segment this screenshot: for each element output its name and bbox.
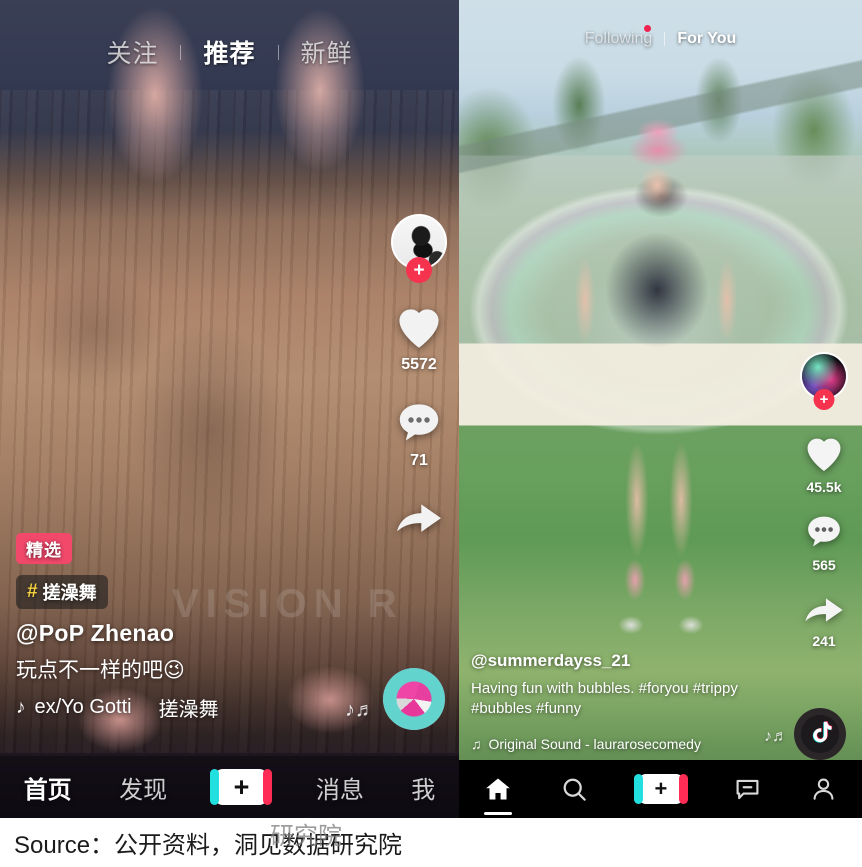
share-arrow-icon bbox=[805, 598, 843, 622]
like-button[interactable]: 45.5k bbox=[803, 434, 845, 495]
avatar-with-follow[interactable]: + bbox=[800, 352, 848, 410]
search-icon bbox=[563, 778, 587, 801]
nav-create-button[interactable]: + bbox=[210, 769, 273, 805]
tab-following[interactable]: Following bbox=[573, 30, 665, 48]
tiktok-action-rail: + 45.5k 565 241 bbox=[800, 352, 848, 667]
hashtag-label: 搓澡舞 bbox=[42, 583, 97, 603]
like-button[interactable]: 5572 bbox=[394, 304, 444, 374]
share-count: 241 bbox=[812, 633, 836, 649]
music-note-icon: ♪ bbox=[16, 696, 26, 718]
source-footer: Source：公开资料，洞见数据研究院 bbox=[0, 818, 862, 867]
hash-icon: # bbox=[27, 581, 38, 602]
comment-count: 565 bbox=[812, 557, 836, 573]
share-button[interactable]: 241 bbox=[803, 591, 845, 649]
tab-for-you[interactable]: For You bbox=[665, 30, 748, 48]
featured-badge: 精选 bbox=[16, 533, 72, 564]
nav-search[interactable] bbox=[561, 776, 588, 803]
nav-messages[interactable]: 消息 bbox=[316, 770, 364, 805]
video-description: Having fun with bubbles. #foryou #trippy… bbox=[471, 679, 738, 717]
nav-inbox[interactable] bbox=[734, 777, 761, 802]
music-row[interactable]: ♫ Original Sound - laurarosecomedy bbox=[471, 736, 771, 752]
music-title: Original Sound - laurarosecomedy bbox=[488, 736, 701, 752]
douyin-bottom-nav: 首页 发现 + 消息 我 bbox=[0, 756, 459, 818]
music-disc[interactable] bbox=[383, 668, 445, 730]
tiktok-bottom-nav: + bbox=[459, 760, 862, 818]
heart-icon bbox=[399, 309, 439, 348]
comment-icon bbox=[399, 404, 439, 441]
floating-music-notes-icon: ♪♬ bbox=[764, 728, 788, 745]
tiktok-app-panel: Following For You + 45.5k 565 241 @summe… bbox=[459, 0, 862, 818]
tab-fresh[interactable]: 新鲜 bbox=[279, 34, 375, 70]
douyin-top-tabs: 关注 推荐 新鲜 bbox=[0, 34, 459, 70]
inbox-icon bbox=[736, 779, 759, 799]
heart-icon bbox=[807, 438, 841, 471]
douyin-app-panel: VISION R 关注 推荐 新鲜 + 5572 bbox=[0, 0, 459, 818]
tab-follow[interactable]: 关注 bbox=[84, 34, 180, 70]
nav-discover[interactable]: 发现 bbox=[119, 770, 167, 805]
source-label: Source：公开资料，洞见数据研究院 bbox=[14, 832, 403, 859]
nav-home[interactable] bbox=[484, 776, 512, 802]
music-extra-tag: 搓澡舞 bbox=[158, 699, 219, 721]
music-disc[interactable] bbox=[794, 708, 846, 760]
profile-icon bbox=[813, 778, 834, 800]
creator-username[interactable]: @PoP Zhenao bbox=[16, 620, 346, 647]
music-title: ex/Yo Gotti bbox=[34, 696, 132, 718]
like-count: 5572 bbox=[401, 356, 437, 373]
avatar-with-follow[interactable]: + bbox=[391, 214, 447, 283]
share-button[interactable] bbox=[394, 496, 444, 538]
comment-button[interactable]: 71 bbox=[395, 400, 443, 470]
music-row[interactable]: ♪ ex/Yo Gotti 搓澡舞 bbox=[16, 693, 346, 722]
comment-icon bbox=[808, 516, 840, 547]
comment-count: 71 bbox=[410, 452, 428, 469]
creator-username[interactable]: @summerdayss_21 bbox=[471, 651, 771, 671]
tab-recommend[interactable]: 推荐 bbox=[181, 34, 277, 70]
plus-icon: + bbox=[654, 776, 668, 801]
follow-plus-icon[interactable]: + bbox=[813, 389, 835, 410]
share-arrow-icon bbox=[397, 504, 441, 532]
tiktok-top-tabs: Following For You bbox=[459, 30, 862, 48]
douyin-action-rail: + 5572 71 bbox=[391, 214, 447, 564]
nav-create-button[interactable]: + bbox=[633, 774, 688, 804]
follow-plus-icon[interactable]: + bbox=[406, 257, 432, 283]
tiktok-logo-icon bbox=[812, 721, 833, 743]
nav-home[interactable]: 首页 bbox=[24, 770, 72, 805]
plus-icon: + bbox=[233, 771, 250, 802]
tiktok-caption-block: @summerdayss_21 Having fun with bubbles.… bbox=[471, 651, 771, 753]
screenshot-root: VISION R 关注 推荐 新鲜 + 5572 bbox=[0, 0, 862, 867]
following-notification-dot bbox=[644, 25, 651, 32]
comment-button[interactable]: 565 bbox=[804, 513, 844, 573]
home-icon bbox=[485, 778, 510, 800]
nav-profile[interactable]: 我 bbox=[411, 770, 435, 805]
hashtag-chip[interactable]: # 搓澡舞 bbox=[16, 575, 108, 609]
like-count: 45.5k bbox=[806, 479, 842, 495]
nav-profile[interactable] bbox=[810, 776, 837, 802]
floating-music-notes-icon: ♪♬ bbox=[345, 699, 375, 721]
music-note-icon: ♫ bbox=[471, 736, 482, 752]
douyin-caption-block: 精选 # 搓澡舞 @PoP Zhenao 玩点不一样的吧😉 ♪ ex/Yo Go… bbox=[16, 533, 346, 722]
video-description: 玩点不一样的吧😉 bbox=[16, 659, 185, 682]
